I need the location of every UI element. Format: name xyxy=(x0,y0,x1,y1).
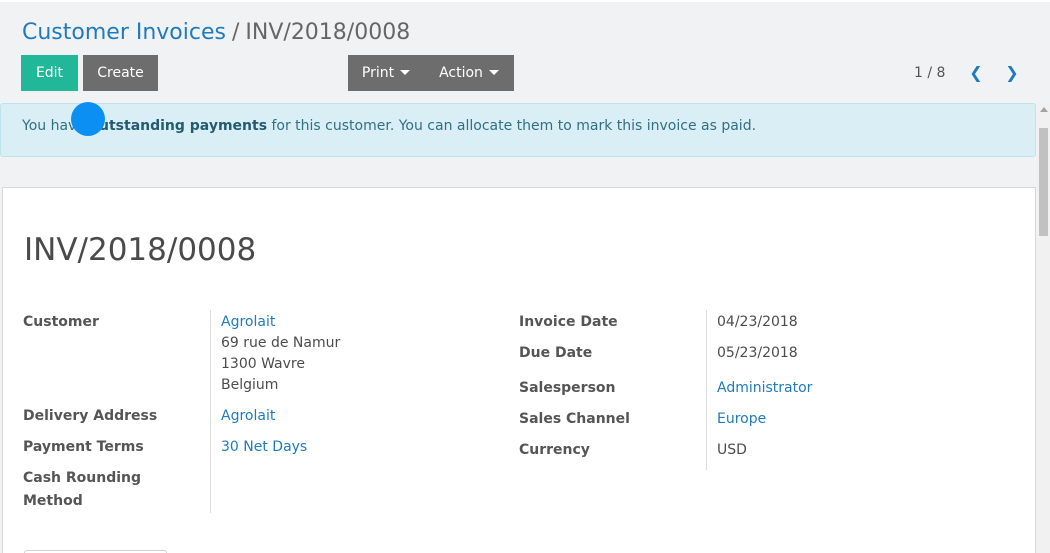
sales-channel-link[interactable]: Europe xyxy=(717,409,766,430)
invoice-form-sheet: INV/2018/0008 Customer Agrolait 69 rue d… xyxy=(2,187,1036,553)
currency-label: Currency xyxy=(519,442,590,458)
chevron-right-icon[interactable]: ❯ xyxy=(1002,62,1022,84)
vertical-scrollbar[interactable] xyxy=(1037,103,1050,553)
salesperson-link[interactable]: Administrator xyxy=(717,378,812,399)
customer-link[interactable]: Agrolait xyxy=(221,312,275,333)
create-button[interactable]: Create xyxy=(83,55,158,91)
customer-address-line1: 69 rue de Namur xyxy=(221,335,341,351)
action-dropdown-button[interactable]: Action xyxy=(424,55,514,91)
customer-address-line3: Belgium xyxy=(221,377,279,393)
pager-value[interactable]: 1 / 8 xyxy=(914,62,945,84)
breadcrumb-separator: / xyxy=(231,20,240,45)
control-panel: Customer Invoices / INV/2018/0008 Edit Cre… xyxy=(0,0,1050,103)
chevron-left-icon[interactable]: ❮ xyxy=(966,62,986,84)
outstanding-payments-alert: You have outstanding payments for this c… xyxy=(0,103,1036,157)
breadcrumb-customer-invoices[interactable]: Customer Invoices xyxy=(22,20,226,45)
currency-value: USD xyxy=(717,442,747,458)
scroll-up-arrow-icon[interactable] xyxy=(1040,107,1048,112)
left-group-divider xyxy=(210,310,211,513)
cash-rounding-label-line2: Method xyxy=(23,493,83,509)
caret-down-icon xyxy=(400,70,411,75)
action-label: Action xyxy=(439,65,483,81)
pointer-cursor-icon xyxy=(71,102,105,136)
sales-channel-label: Sales Channel xyxy=(519,411,630,427)
salesperson-label: Salesperson xyxy=(519,380,616,396)
customer-address-line2: 1300 Wavre xyxy=(221,356,305,372)
breadcrumb-current: INV/2018/0008 xyxy=(245,20,411,45)
payment-terms-label: Payment Terms xyxy=(23,439,144,455)
delivery-address-label: Delivery Address xyxy=(23,408,158,424)
print-label: Print xyxy=(361,65,395,81)
invoice-date-label: Invoice Date xyxy=(519,314,618,330)
customer-label: Customer xyxy=(23,314,99,330)
due-date-value: 05/23/2018 xyxy=(717,345,798,361)
invoice-title: INV/2018/0008 xyxy=(24,232,257,268)
breadcrumb: Customer Invoices / INV/2018/0008 xyxy=(22,18,410,48)
edit-button[interactable]: Edit xyxy=(21,55,78,91)
print-dropdown-button[interactable]: Print xyxy=(348,55,424,91)
due-date-label: Due Date xyxy=(519,345,593,361)
alert-suffix: for this customer. You can allocate them… xyxy=(267,118,757,134)
cash-rounding-label-line1: Cash Rounding xyxy=(23,470,142,486)
caret-down-icon xyxy=(488,70,499,75)
delivery-address-link[interactable]: Agrolait xyxy=(221,406,275,427)
right-group-divider xyxy=(706,310,707,470)
alert-outstanding-payments-link[interactable]: outstanding payments xyxy=(89,118,267,134)
invoice-date-value: 04/23/2018 xyxy=(717,314,798,330)
payment-terms-link[interactable]: 30 Net Days xyxy=(221,437,307,458)
scrollbar-thumb[interactable] xyxy=(1039,128,1048,236)
